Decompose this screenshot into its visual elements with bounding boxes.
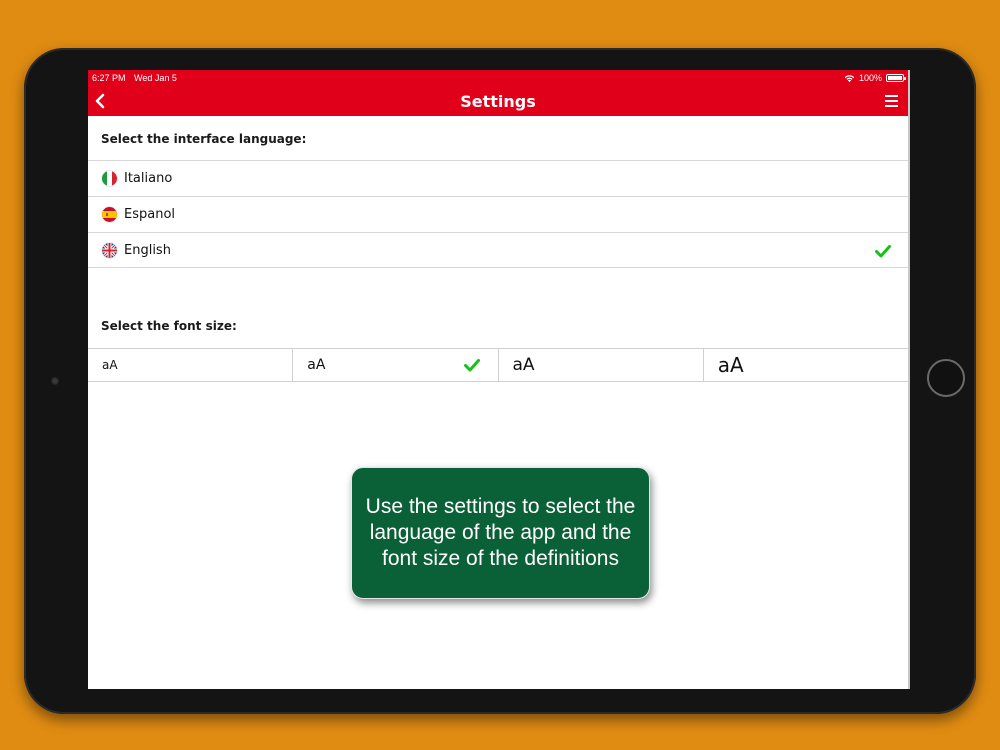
language-option-espanol[interactable]: Espanol [88, 196, 908, 232]
battery-icon [886, 74, 906, 82]
language-label: English [124, 242, 171, 258]
battery-percent: 100% [858, 73, 882, 83]
front-camera [51, 377, 59, 385]
language-label: Espanol [124, 207, 176, 222]
hamburger-menu-icon[interactable] [885, 95, 898, 107]
language-section-label: Select the interface language: [101, 132, 307, 146]
checkmark-icon [463, 359, 480, 372]
status-indicators: 100% [844, 72, 906, 84]
status-time: 6:27 PM [92, 73, 126, 83]
font-size-sample: aA [307, 357, 326, 373]
language-option-italiano[interactable]: Italiano [88, 160, 908, 196]
spain-flag-icon [102, 207, 117, 222]
uk-flag-icon [102, 242, 117, 258]
callout-text: Use the settings to select the language … [365, 495, 636, 570]
font-size-selector: aA aA aA aA [88, 348, 908, 382]
home-button[interactable] [927, 359, 965, 397]
status-date: Wed Jan 5 [134, 73, 177, 83]
font-size-section-label: Select the font size: [101, 319, 237, 333]
checkmark-icon [875, 245, 891, 258]
instruction-callout: Use the settings to select the language … [351, 467, 650, 599]
language-label: Italiano [124, 171, 173, 186]
font-size-option-extra-large[interactable]: aA [702, 349, 908, 381]
navigation-bar: 6:27 PM Wed Jan 5 100% Settings [88, 70, 908, 116]
language-option-english[interactable]: English [88, 232, 908, 268]
font-size-option-small[interactable]: aA [88, 349, 292, 381]
italy-flag-icon [102, 171, 117, 186]
page-title: Settings [460, 92, 536, 111]
wifi-icon [844, 74, 855, 82]
font-size-option-medium[interactable]: aA [292, 349, 497, 381]
font-size-option-large[interactable]: aA [497, 349, 703, 381]
font-size-sample: aA [512, 355, 535, 375]
font-size-sample: aA [717, 353, 744, 377]
font-size-sample: aA [102, 358, 118, 372]
